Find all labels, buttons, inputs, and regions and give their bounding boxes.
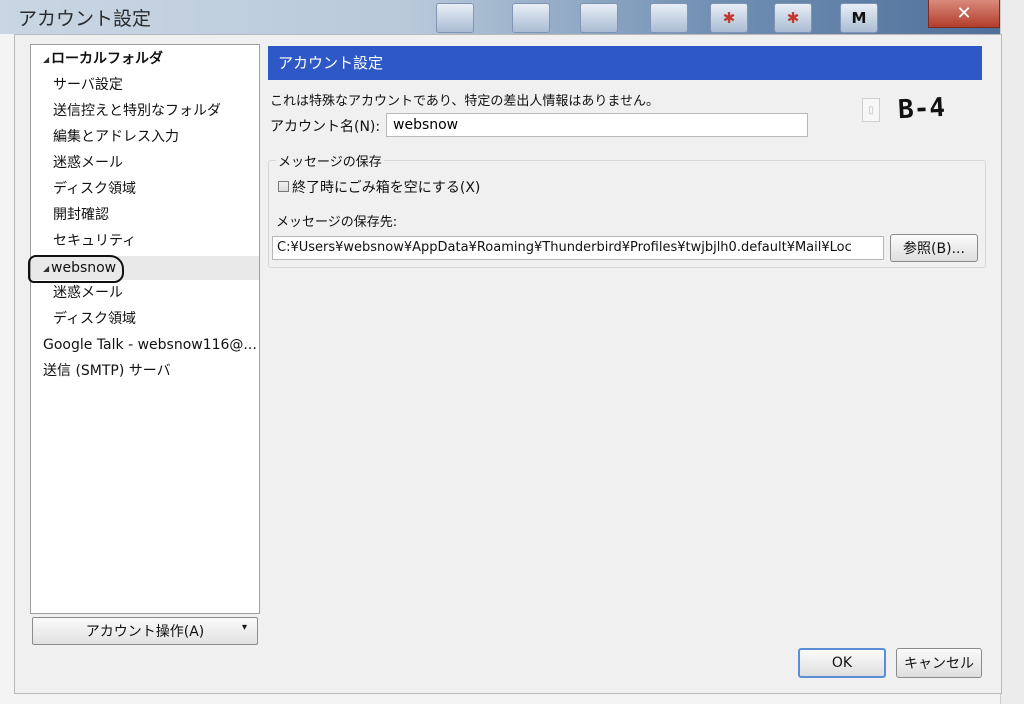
expanded-arrow-icon[interactable]: ◢: [43, 257, 51, 280]
account-name-label: アカウント名(N):: [270, 119, 381, 135]
tree-item-server-settings[interactable]: サーバ設定: [31, 73, 259, 97]
account-name-field[interactable]: [386, 113, 808, 137]
cancel-button[interactable]: キャンセル: [896, 648, 982, 678]
storage-path-field[interactable]: C:¥Users¥websnow¥AppData¥Roaming¥Thunder…: [272, 236, 884, 260]
tree-item-local-folders[interactable]: ◢ ローカルフォルダ: [31, 47, 259, 71]
tree-item-websnow-disk-space[interactable]: ディスク領域: [31, 307, 259, 331]
taskbar-tile-4[interactable]: [650, 3, 688, 33]
taskbar-tile-2[interactable]: [512, 3, 550, 33]
tree-item-google-talk[interactable]: Google Talk - websnow116@...: [31, 333, 259, 357]
ok-button[interactable]: OK: [798, 648, 886, 678]
close-button[interactable]: ✕: [928, 0, 1000, 28]
handwritten-annotation: B-4: [897, 92, 946, 126]
tree-item-websnow-junk[interactable]: 迷惑メール: [31, 281, 259, 305]
page-title: アカウント設定: [268, 46, 982, 80]
taskbar-tile-6[interactable]: ✱: [774, 3, 812, 33]
taskbar-tile-gmail[interactable]: M: [840, 3, 878, 33]
tree-item-smtp-server[interactable]: 送信 (SMTP) サーバ: [31, 359, 259, 383]
account-tree[interactable]: ◢ ローカルフォルダ サーバ設定 送信控えと特別なフォルダ 編集とアドレス入力 迷…: [30, 44, 260, 614]
window-title: アカウント設定: [18, 8, 152, 30]
empty-trash-checkbox[interactable]: [278, 181, 289, 192]
title-bar: アカウント設定 ✱ ✱ M ✕: [0, 0, 1024, 34]
account-actions-button[interactable]: アカウント操作(A) ▾: [32, 617, 258, 645]
tree-item-copies-folders[interactable]: 送信控えと特別なフォルダ: [31, 99, 259, 123]
tree-item-composition[interactable]: 編集とアドレス入力: [31, 125, 259, 149]
empty-trash-label[interactable]: 終了時にごみ箱を空にする(X): [292, 177, 480, 197]
message-storage-label: メッセージの保存: [276, 151, 384, 170]
screen-edge: [1000, 0, 1024, 704]
tree-item-disk-space[interactable]: ディスク領域: [31, 177, 259, 201]
tree-item-security[interactable]: セキュリティ: [31, 229, 259, 253]
browse-button[interactable]: 参照(B)...: [890, 234, 978, 262]
taskbar-tile-1[interactable]: [436, 3, 474, 33]
tree-item-junk[interactable]: 迷惑メール: [31, 151, 259, 175]
dropdown-arrow-icon: ▾: [241, 622, 247, 633]
document-icon: ▯: [862, 98, 880, 122]
taskbar-tile-3[interactable]: [580, 3, 618, 33]
taskbar-tile-5[interactable]: ✱: [710, 3, 748, 33]
tree-item-websnow[interactable]: ◢ websnow: [31, 256, 259, 280]
expanded-arrow-icon[interactable]: ◢: [43, 48, 51, 71]
close-icon: ✕: [956, 3, 972, 24]
account-description: これは特殊なアカウントであり、特定の差出人情報はありません。: [270, 94, 659, 109]
storage-destination-label: メッセージの保存先:: [276, 215, 398, 230]
tree-item-return-receipts[interactable]: 開封確認: [31, 203, 259, 227]
